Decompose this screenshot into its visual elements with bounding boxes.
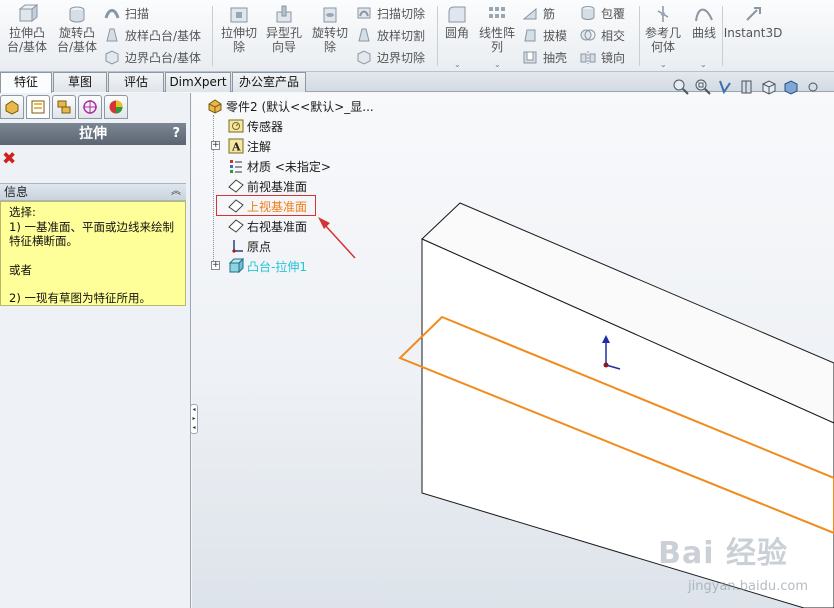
panel-splitter-handle[interactable]: ◂ ▸ ◂ [190, 404, 198, 434]
help-icon[interactable]: ? [172, 123, 180, 145]
info-line: 或者 [9, 262, 32, 277]
property-manager-icon [31, 100, 45, 114]
property-manager-tab[interactable] [26, 95, 50, 119]
feature-title: 拉伸 [79, 126, 107, 142]
info-line: 2) 一现有草图为特征所用。 [9, 291, 151, 305]
feature-manager-tab[interactable] [0, 95, 24, 119]
info-message-box: 选择: 1) 一基准面、平面或边线来绘制特征横断面。 或者 2) 一现有草图为特… [0, 201, 186, 306]
display-manager-tab[interactable] [104, 95, 128, 119]
property-manager-panel: 拉伸 ? ✖ 信息 ︽ 选择: 1) 一基准面、平面或边线来绘制特征横断面。 或… [0, 93, 191, 608]
red-arrow-icon [318, 217, 356, 259]
display-manager-icon [109, 100, 123, 114]
dimxpert-icon [83, 100, 97, 114]
watermark-logo: Bai 经验 [658, 536, 788, 571]
configuration-manager-tab[interactable] [52, 95, 76, 119]
dimxpert-manager-tab[interactable] [78, 95, 102, 119]
info-section-header[interactable]: 信息 ︽ [0, 183, 186, 201]
info-line: 选择: [9, 205, 36, 219]
property-manager-title: 拉伸 ? [0, 123, 186, 145]
baidu-watermark: Bai 经验 jingyan.baidu.com [658, 528, 808, 594]
close-icon[interactable]: ✖ [2, 151, 16, 168]
configuration-icon [57, 100, 71, 114]
info-line: 1) 一基准面、平面或边线来绘制特征横断面。 [9, 219, 174, 249]
info-section-title: 信息 [4, 185, 29, 199]
manager-tabs [0, 95, 128, 119]
feature-tree-icon [5, 100, 19, 115]
watermark-url: jingyan.baidu.com [688, 579, 808, 594]
collapse-icon[interactable]: ︽ [171, 184, 181, 200]
